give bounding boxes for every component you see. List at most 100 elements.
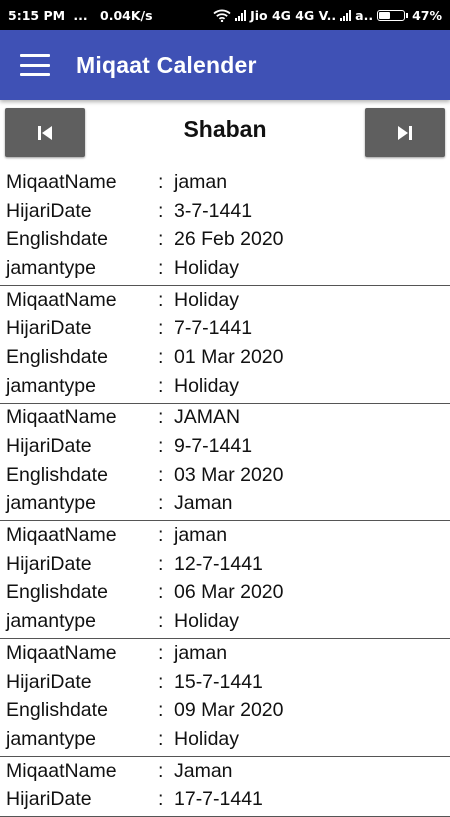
signal-icon-2 <box>340 9 352 21</box>
field-separator: : <box>158 345 164 368</box>
field-separator: : <box>158 317 164 340</box>
field-separator: : <box>158 727 164 750</box>
field-separator: : <box>158 288 164 311</box>
field-label: MiqaatName <box>6 524 117 547</box>
field-value: Holiday <box>174 374 240 397</box>
field-value: jaman <box>174 641 228 664</box>
app-bar: Miqaat Calender <box>0 30 450 100</box>
field-value: Holiday <box>174 610 240 633</box>
record-field-row: MiqaatName: jaman <box>0 639 450 668</box>
field-label: jamantype <box>6 492 96 515</box>
field-value: Holiday <box>174 256 240 279</box>
field-separator: : <box>158 199 164 222</box>
hamburger-menu-icon[interactable] <box>20 54 50 76</box>
status-left: 5:15 PM ... 0.04K/s <box>8 8 153 23</box>
field-value: 15-7-1441 <box>174 670 263 693</box>
field-label: HijariDate <box>6 435 92 458</box>
battery-fill <box>379 11 391 19</box>
field-separator: : <box>158 524 164 547</box>
field-label: Englishdate <box>6 228 108 251</box>
field-value: JAMAN <box>174 406 241 429</box>
skip-next-icon <box>398 125 412 140</box>
field-value: 12-7-1441 <box>174 552 263 575</box>
record-field-row: jamantype: Jaman <box>0 490 450 519</box>
field-separator: : <box>158 670 164 693</box>
field-label: MiqaatName <box>6 170 117 193</box>
app-title: Miqaat Calender <box>76 51 257 78</box>
record-field-row: HijariDate:12-7-1441 <box>0 550 450 579</box>
field-label: Englishdate <box>6 699 108 722</box>
field-label: MiqaatName <box>6 288 117 311</box>
status-carrier-2: a.. <box>355 7 374 23</box>
miqaat-record[interactable]: MiqaatName: JAMAN HijariDate:9-7-1441 Engli… <box>0 404 450 522</box>
record-field-row: MiqaatName: Jaman <box>0 757 450 786</box>
next-month-button[interactable] <box>365 108 445 157</box>
field-value: Holiday <box>174 288 240 311</box>
field-label: HijariDate <box>6 670 92 693</box>
signal-icon <box>235 9 247 21</box>
field-separator: : <box>158 228 164 251</box>
field-value: 26 Feb 2020 <box>174 228 284 251</box>
record-field-row: HijariDate:15-7-1441 <box>0 668 450 697</box>
field-value: Holiday <box>174 727 240 750</box>
field-label: HijariDate <box>6 317 92 340</box>
field-separator: : <box>158 641 164 664</box>
field-separator: : <box>158 581 164 604</box>
month-navigation: Shaban <box>0 100 450 158</box>
field-value: 01 Mar 2020 <box>174 345 284 368</box>
status-net-speed: 0.04K/s <box>100 7 153 23</box>
field-label: Englishdate <box>6 463 108 486</box>
field-separator: : <box>158 374 164 397</box>
field-value: 09 Mar 2020 <box>174 699 284 722</box>
field-separator: : <box>158 552 164 575</box>
record-field-row: Englishdate:03 Mar 2020 <box>0 461 450 490</box>
miqaat-list[interactable]: MiqaatName: jaman HijariDate:3-7-1441 Engli… <box>0 168 450 817</box>
field-value: jaman <box>174 170 228 193</box>
field-separator: : <box>158 610 164 633</box>
field-separator: : <box>158 256 164 279</box>
field-value: 7-7-1441 <box>174 317 253 340</box>
field-separator: : <box>158 492 164 515</box>
record-field-row: MiqaatName: JAMAN <box>0 404 450 433</box>
field-separator: : <box>158 435 164 458</box>
miqaat-record[interactable]: MiqaatName: jaman HijariDate:3-7-1441 Engli… <box>0 168 450 286</box>
miqaat-record[interactable]: MiqaatName: jaman HijariDate:15-7-1441 Engl… <box>0 639 450 757</box>
record-field-row: MiqaatName: jaman <box>0 521 450 550</box>
field-label: jamantype <box>6 727 96 750</box>
battery-icon <box>377 9 409 21</box>
field-label: Englishdate <box>6 345 108 368</box>
field-label: jamantype <box>6 374 96 397</box>
record-field-row: jamantype: Holiday <box>0 607 450 636</box>
miqaat-record[interactable]: MiqaatName: jaman HijariDate:12-7-1441 Engl… <box>0 521 450 639</box>
field-label: jamantype <box>6 610 96 633</box>
record-field-row: Englishdate:01 Mar 2020 <box>0 343 450 372</box>
record-field-row: HijariDate:7-7-1441 <box>0 314 450 343</box>
status-time: 5:15 PM <box>8 7 66 23</box>
status-bar: 5:15 PM ... 0.04K/s Jio 4G 4G V.. a.. 47… <box>0 0 450 30</box>
field-value: Jaman <box>174 492 233 515</box>
field-label: HijariDate <box>6 552 92 575</box>
field-separator: : <box>158 463 164 486</box>
record-field-row: MiqaatName: Holiday <box>0 286 450 315</box>
field-separator: : <box>158 699 164 722</box>
status-right: Jio 4G 4G V.. a.. 47% <box>213 8 442 23</box>
field-value: Jaman <box>174 759 233 782</box>
field-label: Englishdate <box>6 581 108 604</box>
field-value: jaman <box>174 524 228 547</box>
field-value: 9-7-1441 <box>174 435 253 458</box>
field-separator: : <box>158 406 164 429</box>
field-separator: : <box>158 170 164 193</box>
miqaat-record[interactable]: MiqaatName: Jaman HijariDate:17-7-1441 <box>0 757 450 817</box>
miqaat-record[interactable]: MiqaatName: Holiday HijariDate:7-7-1441 Eng… <box>0 286 450 404</box>
record-field-row: Englishdate:06 Mar 2020 <box>0 579 450 608</box>
status-dots: ... <box>73 7 88 23</box>
field-label: MiqaatName <box>6 641 117 664</box>
record-field-row: Englishdate:09 Mar 2020 <box>0 696 450 725</box>
field-label: jamantype <box>6 256 96 279</box>
status-battery: 47% <box>412 7 442 23</box>
field-value: 06 Mar 2020 <box>174 581 284 604</box>
wifi-icon <box>213 9 231 22</box>
record-field-row: MiqaatName: jaman <box>0 168 450 197</box>
record-field-row: jamantype: Holiday <box>0 372 450 401</box>
field-value: 03 Mar 2020 <box>174 463 284 486</box>
